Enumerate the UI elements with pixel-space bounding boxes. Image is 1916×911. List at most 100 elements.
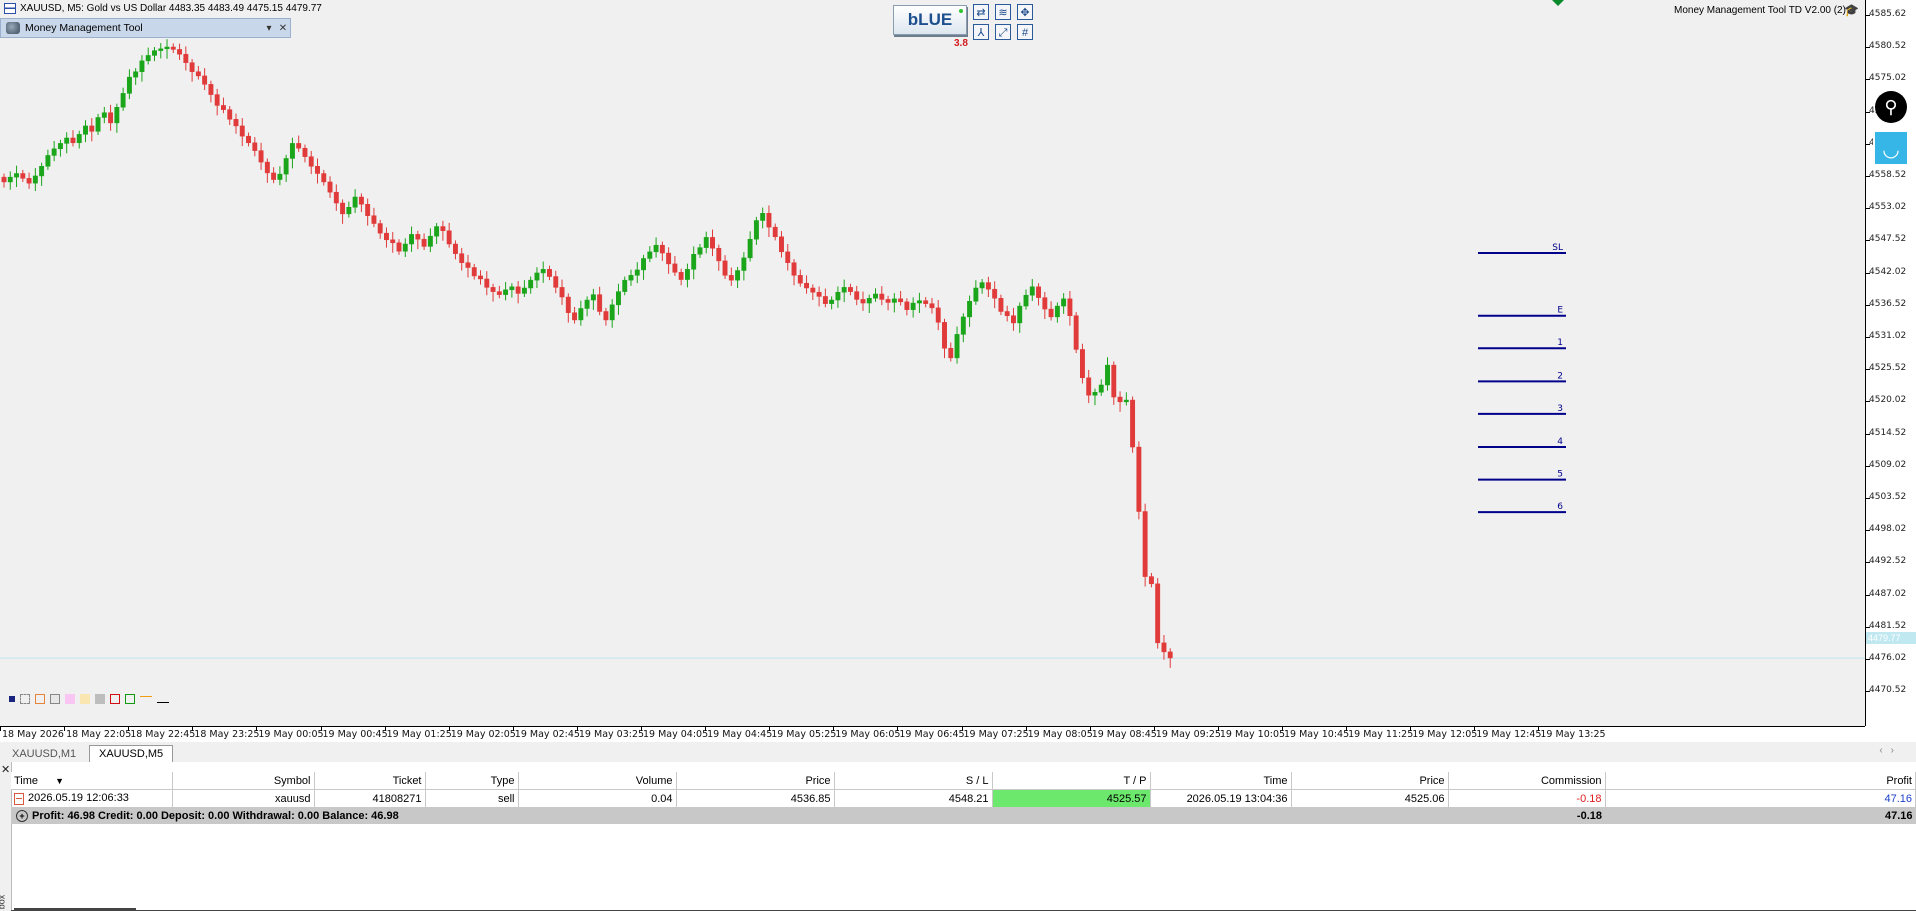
price-tick <box>1866 369 1870 371</box>
candle-down <box>785 251 791 263</box>
column-header[interactable]: Time ▼ <box>11 772 173 790</box>
candle-up <box>83 125 88 135</box>
candle-up <box>427 235 433 247</box>
move-icon[interactable]: ✥ <box>1017 4 1033 20</box>
minimize-button[interactable]: ▾ <box>262 23 276 34</box>
tab-xauusd-m1[interactable]: XAUUSD,M1 <box>2 745 86 763</box>
candle-down <box>202 75 208 85</box>
candle-down <box>252 142 258 151</box>
price-chart[interactable]: SL E 1 2 3 4 5 6 XAUUSD, M5: Gold vs US Dollar … <box>0 0 1865 726</box>
ea-title: Money Management Tool TD V2.00 (2) <box>1674 5 1846 16</box>
swatch-orange[interactable] <box>35 694 45 704</box>
price-tick <box>1866 691 1870 693</box>
candle-up <box>622 279 628 292</box>
column-header[interactable]: Type <box>425 772 519 790</box>
candle-down <box>672 263 678 273</box>
expand-plus-icon[interactable]: + <box>16 809 28 822</box>
candle-down <box>722 260 728 276</box>
swatch-green[interactable] <box>125 694 135 704</box>
column-header[interactable]: Ticket <box>314 772 426 790</box>
summary-commission: -0.18 <box>1448 807 1605 824</box>
column-header[interactable]: Volume <box>518 772 677 790</box>
diagonal-icon[interactable]: ⤢ <box>995 24 1011 40</box>
column-header[interactable]: Commission <box>1448 772 1606 790</box>
summary-row[interactable]: + Profit: 46.98 Credit: 0.00 Deposit: 0.0… <box>11 807 1916 824</box>
candle-down <box>854 291 860 300</box>
column-header[interactable]: Price <box>676 772 835 790</box>
tab-xauusd-m5[interactable]: XAUUSD,M5 <box>89 745 174 762</box>
swatch-line-dark[interactable] <box>157 694 169 704</box>
table-row[interactable]: 2026.05.19 12:06:33 xauusd 41808271 sell… <box>11 789 1916 807</box>
candle-up <box>509 286 515 291</box>
price-tick <box>1866 401 1870 403</box>
candle-down <box>1167 651 1173 659</box>
time-tick <box>128 727 130 731</box>
candle-down <box>490 287 496 292</box>
color-palette[interactable] <box>9 694 169 704</box>
candle-up <box>916 300 922 304</box>
swatch-navy[interactable] <box>9 696 15 702</box>
column-header[interactable]: T / P <box>992 772 1151 790</box>
candle-down <box>860 299 866 304</box>
level-label: 1 <box>1557 338 1563 348</box>
price-label: 4514.52 <box>1869 427 1907 438</box>
price-label: 4487.02 <box>1869 588 1907 599</box>
candle-down <box>553 276 559 288</box>
candle-down <box>816 291 822 297</box>
candle-up <box>95 117 101 132</box>
column-header[interactable]: Symbol <box>172 772 315 790</box>
swatch-light-gray[interactable] <box>50 694 60 704</box>
candle-up <box>101 112 107 118</box>
price-tick <box>1866 304 1870 306</box>
candle-up <box>835 291 841 301</box>
grid-icon[interactable]: # <box>1017 24 1033 40</box>
swatch-line-orange[interactable] <box>140 694 152 704</box>
price-label: 4553.02 <box>1869 202 1907 213</box>
price-tick <box>1866 143 1870 145</box>
money-management-panel[interactable]: Money Management Tool ▾ ✕ <box>0 18 291 38</box>
time-tick <box>1025 727 1027 731</box>
candlestick-chart[interactable]: SL E 1 2 3 4 5 6 <box>0 0 1865 726</box>
price-label: 4481.52 <box>1869 620 1907 631</box>
close-icon[interactable]: ✕ <box>276 23 290 34</box>
candle-down <box>678 272 684 280</box>
candle-up <box>1105 364 1110 386</box>
candle-down <box>992 288 998 299</box>
swatch-red[interactable] <box>110 694 120 704</box>
candle-down <box>1155 583 1161 644</box>
time-tick <box>576 727 578 731</box>
time-tick <box>512 727 514 731</box>
candle-down <box>221 105 226 110</box>
candle-down <box>214 94 220 106</box>
time-label: 19 May 01:25 <box>386 729 452 740</box>
tab-scroll-arrows[interactable]: ‹› <box>1879 745 1902 756</box>
time-label: 18 May 22:05 <box>66 729 132 740</box>
column-header[interactable]: Price <box>1291 772 1449 790</box>
price-label: 4585.62 <box>1869 9 1907 19</box>
cup-icon[interactable]: ◡ <box>1873 130 1909 166</box>
candle-down <box>929 303 935 309</box>
column-header[interactable]: Profit <box>1605 772 1916 790</box>
column-header[interactable]: Time <box>1150 772 1292 790</box>
price-tick <box>1866 272 1870 274</box>
candle-down <box>1048 308 1054 318</box>
column-header[interactable]: S / L <box>834 772 993 790</box>
candle-down <box>779 236 784 253</box>
candle-up <box>139 60 145 72</box>
symbol-header: XAUUSD, M5: Gold vs US Dollar 4483.35 44… <box>4 3 322 14</box>
arrows-icon[interactable]: ⇄ <box>973 4 989 20</box>
candle-down <box>246 135 251 144</box>
time-label: 19 May 06:05 <box>835 729 901 740</box>
pin-icon[interactable]: ⚲ <box>1875 91 1907 123</box>
candle-up <box>634 269 640 276</box>
blue-button[interactable]: bLUE <box>893 5 967 35</box>
candle-up <box>540 269 546 274</box>
triangle-icon[interactable]: ⅄ <box>973 24 989 40</box>
close-icon[interactable]: ✕ <box>1 763 10 776</box>
swatch-gray[interactable] <box>95 694 105 704</box>
wave-icon[interactable]: ≋ <box>995 4 1011 20</box>
swatch-pink[interactable] <box>65 694 75 704</box>
swatch-dashed[interactable] <box>20 694 30 704</box>
candle-down <box>471 267 477 277</box>
swatch-beige[interactable] <box>80 694 90 704</box>
